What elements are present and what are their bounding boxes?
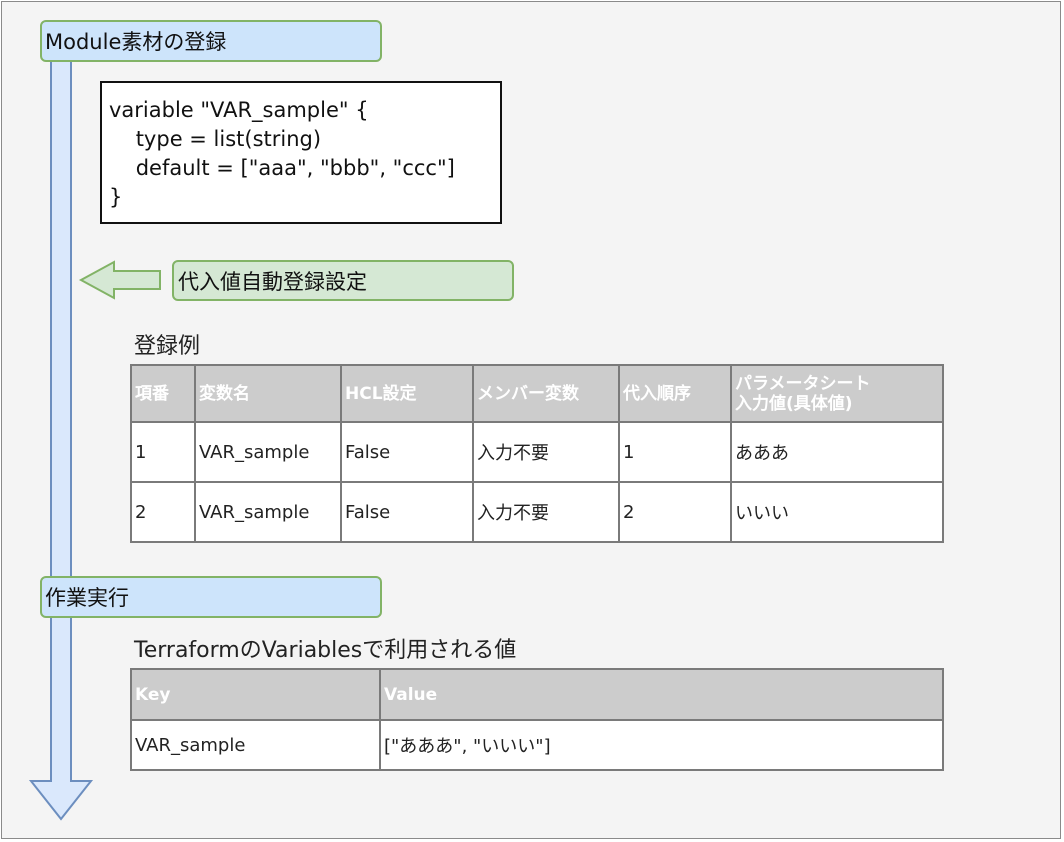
col-header-member-variable: メンバー変数 bbox=[472, 364, 620, 423]
table-row: VAR_sample ["あああ", "いいい"] bbox=[130, 719, 944, 771]
example-caption: 登録例 bbox=[134, 334, 201, 359]
step-job-execution: 作業実行 bbox=[40, 576, 382, 618]
table-header-row: 項番 変数名 HCL設定 メンバー変数 代入順序 パラメータシート 入力値(具体… bbox=[130, 364, 944, 423]
code-line: type = list(string) bbox=[109, 127, 322, 151]
step-module-registration-label: Module素材の登録 bbox=[45, 30, 227, 54]
table-cell: いいい bbox=[730, 481, 944, 543]
col-header-assign-order: 代入順序 bbox=[618, 364, 732, 423]
col-header-parameter-value: パラメータシート 入力値(具体値) bbox=[730, 364, 944, 423]
table-cell: 入力不要 bbox=[472, 421, 620, 483]
setting-input-arrow bbox=[78, 260, 161, 300]
table-cell: 2 bbox=[130, 481, 196, 543]
auto-registration-setting-label: 代入値自動登録設定 bbox=[178, 269, 367, 294]
col-header-variable-name: 変数名 bbox=[194, 364, 342, 423]
table-cell: 2 bbox=[618, 481, 732, 543]
terraform-variables-table: Key Value VAR_sample ["あああ", "いいい"] bbox=[130, 668, 944, 771]
diagram-canvas: Module素材の登録 variable "VAR_sample" { type… bbox=[0, 0, 1064, 842]
table-cell: 1 bbox=[618, 421, 732, 483]
table-cell: False bbox=[340, 421, 474, 483]
table-cell: False bbox=[340, 481, 474, 543]
registration-example-table: 項番 変数名 HCL設定 メンバー変数 代入順序 パラメータシート 入力値(具体… bbox=[130, 364, 944, 543]
table-row: 1 VAR_sample False 入力不要 1 あああ bbox=[130, 421, 944, 483]
code-line: } bbox=[109, 185, 123, 209]
code-line: variable "VAR_sample" { bbox=[109, 98, 369, 122]
table-cell: VAR_sample bbox=[130, 719, 381, 771]
code-line: default = ["aaa", "bbb", "ccc"] bbox=[109, 156, 455, 180]
table-cell: VAR_sample bbox=[194, 421, 342, 483]
step-module-registration: Module素材の登録 bbox=[40, 20, 382, 62]
process-flow-arrow bbox=[28, 59, 94, 821]
result-caption: TerraformのVariablesで利用される値 bbox=[134, 638, 517, 663]
table-cell: ["あああ", "いいい"] bbox=[379, 719, 944, 771]
col-header-value: Value bbox=[379, 668, 944, 721]
step-job-execution-label: 作業実行 bbox=[45, 586, 129, 610]
table-cell: VAR_sample bbox=[194, 481, 342, 543]
table-cell: あああ bbox=[730, 421, 944, 483]
table-header-row: Key Value bbox=[130, 668, 944, 721]
col-header-hcl-setting: HCL設定 bbox=[340, 364, 474, 423]
table-cell: 入力不要 bbox=[472, 481, 620, 543]
col-header-key: Key bbox=[130, 668, 381, 721]
table-cell: 1 bbox=[130, 421, 196, 483]
terraform-variable-code: variable "VAR_sample" { type = list(stri… bbox=[100, 81, 502, 224]
auto-registration-setting-box: 代入値自動登録設定 bbox=[172, 260, 514, 301]
table-row: 2 VAR_sample False 入力不要 2 いいい bbox=[130, 481, 944, 543]
col-header-no: 項番 bbox=[130, 364, 196, 423]
